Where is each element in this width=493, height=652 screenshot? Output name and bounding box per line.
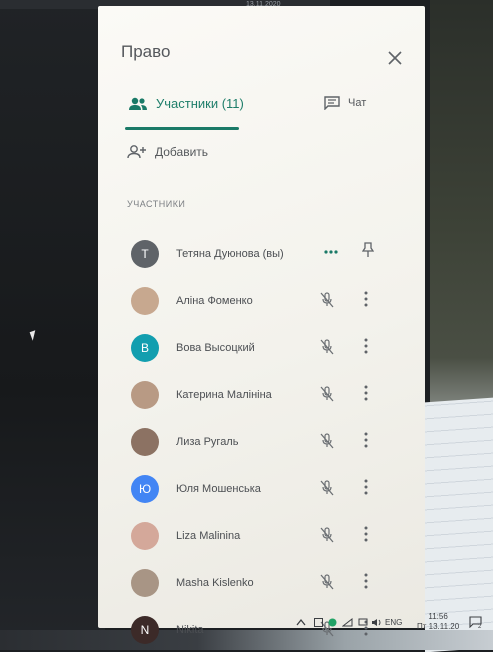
wifi-icon[interactable] <box>342 618 353 627</box>
security-shield-icon[interactable] <box>328 618 337 627</box>
add-person-icon <box>127 145 146 159</box>
add-people-button[interactable]: Добавить <box>127 145 208 159</box>
volume-icon[interactable] <box>371 618 383 627</box>
avatar: Ю <box>131 475 159 503</box>
add-people-label: Добавить <box>155 145 209 159</box>
participant-name: Лиза Ругаль <box>176 436 239 448</box>
more-options-icon[interactable] <box>363 572 369 590</box>
participant-list: Т Тетяна Дуюнова (вы) Аліна Фоменко B Вова В… <box>98 228 425 651</box>
avatar <box>131 287 159 315</box>
clock-time: 11:56 <box>428 612 448 621</box>
people-icon <box>129 97 147 110</box>
more-options-icon[interactable] <box>363 337 369 355</box>
more-options-icon[interactable] <box>363 525 369 543</box>
participant-name: Вова Высоцкий <box>176 342 255 354</box>
more-options-icon[interactable] <box>363 431 369 449</box>
clock[interactable]: 11:56 Пт 13.11.20 <box>417 612 459 632</box>
network-icon[interactable] <box>358 618 368 627</box>
participant-name: Катерина Малініна <box>176 389 272 401</box>
tab-participants-label: Участники (11) <box>156 96 244 111</box>
mic-off-icon[interactable] <box>320 386 334 402</box>
avatar <box>131 522 159 550</box>
more-options-icon[interactable] <box>363 478 369 496</box>
more-options-icon[interactable] <box>363 290 369 308</box>
mic-off-icon[interactable] <box>320 574 334 590</box>
desk-background-left <box>0 0 105 650</box>
clock-date: Пт 13.11.20 <box>417 622 460 631</box>
speaking-indicator-icon <box>324 250 338 254</box>
panel-title: Право <box>121 42 171 61</box>
participant-name: Тетяна Дуюнова (вы) <box>176 248 284 260</box>
participant-name: Юля Мошенська <box>176 483 261 495</box>
antivirus-icon[interactable] <box>314 618 323 627</box>
close-icon[interactable] <box>387 50 403 66</box>
participant-name: Nikita <box>176 624 204 636</box>
mic-off-icon[interactable] <box>320 480 334 496</box>
language-indicator[interactable]: ENG <box>385 618 402 627</box>
participant-row[interactable]: Т Тетяна Дуюнова (вы) <box>98 228 425 275</box>
section-heading: УЧАСТНИКИ <box>127 199 186 209</box>
participant-row[interactable]: Ю Юля Мошенська <box>98 463 425 510</box>
mic-off-icon[interactable] <box>320 433 334 449</box>
windows-taskbar: ENG 11:56 Пт 13.11.20 2 <box>288 610 493 634</box>
notification-count: 2 <box>478 624 482 630</box>
avatar <box>131 428 159 456</box>
avatar: B <box>131 334 159 362</box>
avatar: Т <box>131 240 159 268</box>
avatar: N <box>131 616 159 644</box>
participant-row[interactable]: Лиза Ругаль <box>98 416 425 463</box>
participant-row[interactable]: Liza Malinina <box>98 510 425 557</box>
mic-off-icon[interactable] <box>320 339 334 355</box>
pin-icon[interactable] <box>362 242 374 258</box>
more-options-icon[interactable] <box>363 384 369 402</box>
participant-row[interactable]: Катерина Малініна <box>98 369 425 416</box>
participant-name: Liza Malinina <box>176 530 241 542</box>
avatar <box>131 381 159 409</box>
participant-row[interactable]: Masha Kislenko <box>98 557 425 604</box>
participant-name: Аліна Фоменко <box>176 295 253 307</box>
active-tab-indicator <box>125 127 239 130</box>
chevron-up-icon[interactable] <box>296 618 306 626</box>
mic-off-icon[interactable] <box>320 292 334 308</box>
tab-chat[interactable]: Чат <box>324 96 366 110</box>
tab-participants[interactable]: Участники (11) <box>128 96 244 111</box>
participant-name: Masha Kislenko <box>176 577 254 589</box>
mic-off-icon[interactable] <box>320 527 334 543</box>
participants-panel: Право Участники (11) Чат Добавить УЧАСТН… <box>98 6 482 644</box>
participant-row[interactable]: B Вова Высоцкий <box>98 322 425 369</box>
chat-icon <box>324 96 340 110</box>
tab-chat-label: Чат <box>348 97 367 109</box>
participant-row[interactable]: Аліна Фоменко <box>98 275 425 322</box>
avatar <box>131 569 159 597</box>
